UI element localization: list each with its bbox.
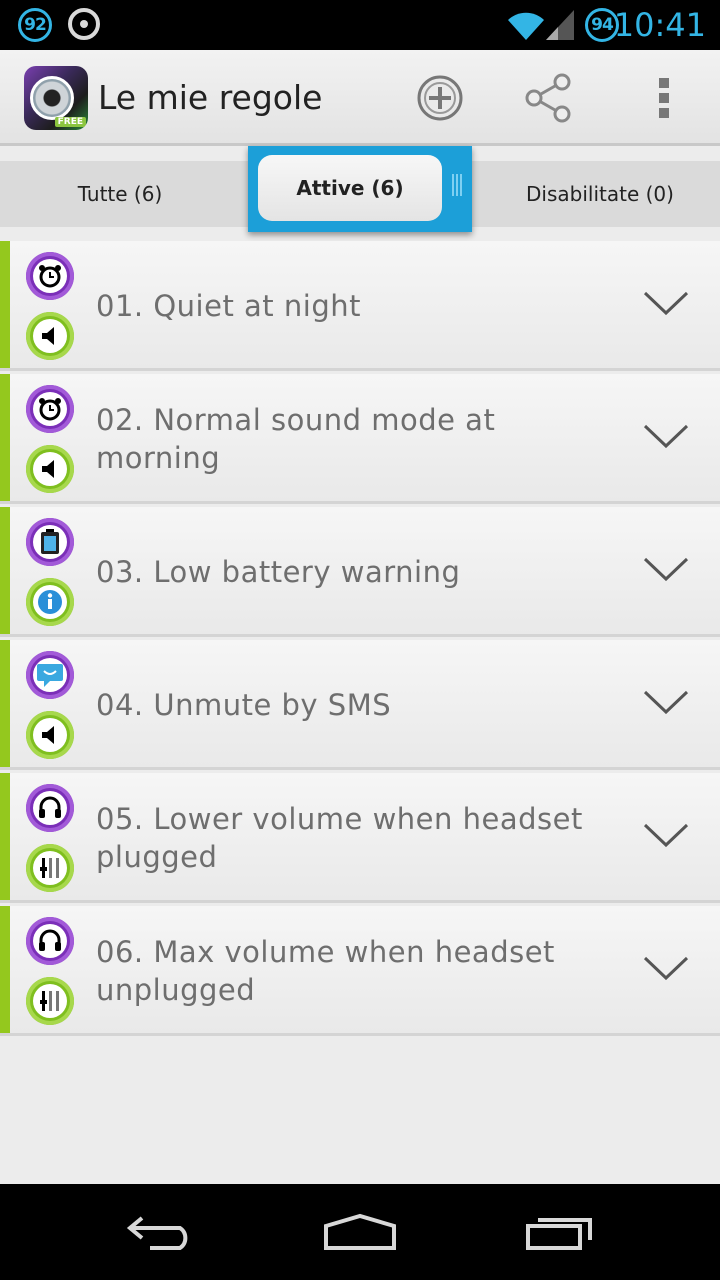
rule-title: 03. Low battery warning	[96, 555, 461, 589]
rule-status-bar	[0, 906, 10, 1033]
tab-grip-icon	[452, 174, 462, 196]
share-icon	[525, 73, 571, 123]
info-icon	[26, 578, 74, 626]
chevron-down-icon[interactable]	[642, 555, 690, 585]
recent-apps-button[interactable]	[520, 1206, 600, 1258]
rule-item[interactable]: 02. Normal sound mode at morning	[0, 374, 720, 504]
share-button[interactable]	[520, 70, 576, 126]
signal-icon	[546, 10, 574, 40]
rule-title: 01. Quiet at night	[96, 289, 361, 323]
rule-status-bar	[0, 374, 10, 501]
wifi-icon	[508, 12, 544, 40]
rule-title: 05. Lower volume when headset plugged	[96, 802, 583, 874]
recent-apps-icon	[526, 1218, 592, 1250]
tab-active[interactable]: Attive (6)	[258, 155, 442, 221]
home-button[interactable]	[320, 1206, 400, 1258]
volume-sliders-icon	[26, 977, 74, 1025]
battery-icon	[26, 518, 74, 566]
rule-item[interactable]: 05. Lower volume when headset plugged	[0, 773, 720, 903]
add-circle-icon	[417, 75, 463, 121]
rule-status-bar	[0, 773, 10, 900]
rule-status-bar	[0, 640, 10, 767]
overflow-menu-button[interactable]	[636, 70, 692, 126]
alarm-clock-icon	[26, 385, 74, 433]
back-button[interactable]	[120, 1206, 200, 1258]
status-bar: 92 94 10:41	[0, 0, 720, 50]
action-bar: FREE Le mie regole	[0, 50, 720, 146]
tab-all[interactable]: Tutte (6)	[0, 161, 240, 227]
tab-disabled[interactable]: Disabilitate (0)	[480, 161, 720, 227]
speaker-icon	[26, 312, 74, 360]
notification-badge-icon: 92	[18, 8, 52, 42]
rule-title: 04. Unmute by SMS	[96, 688, 392, 722]
headset-icon	[26, 784, 74, 832]
speaker-icon	[26, 445, 74, 493]
chevron-down-icon[interactable]	[642, 289, 690, 319]
app-logo-icon[interactable]: FREE	[24, 66, 88, 130]
navigation-bar	[0, 1184, 720, 1280]
chevron-down-icon[interactable]	[642, 422, 690, 452]
alarm-clock-icon	[26, 252, 74, 300]
rule-title: 06. Max volume when headset unplugged	[96, 935, 555, 1007]
rule-item[interactable]: 04. Unmute by SMS	[0, 640, 720, 770]
speaker-icon	[26, 711, 74, 759]
headset-icon	[26, 917, 74, 965]
sms-icon	[26, 651, 74, 699]
chevron-down-icon[interactable]	[642, 688, 690, 718]
chevron-down-icon[interactable]	[642, 954, 690, 984]
rule-item[interactable]: 01. Quiet at night	[0, 241, 720, 371]
rule-title: 02. Normal sound mode at morning	[96, 403, 496, 475]
rule-status-bar	[0, 241, 10, 368]
rule-item[interactable]: 03. Low battery warning	[0, 507, 720, 637]
rule-status-bar	[0, 507, 10, 634]
clock: 10:41	[613, 6, 706, 44]
back-arrow-icon	[126, 1216, 188, 1250]
volume-sliders-icon	[26, 844, 74, 892]
sync-ring-icon	[68, 8, 100, 40]
home-icon	[324, 1213, 396, 1250]
add-rule-button[interactable]	[412, 70, 468, 126]
chevron-down-icon[interactable]	[642, 821, 690, 851]
rule-item[interactable]: 06. Max volume when headset unplugged	[0, 906, 720, 1036]
page-title: Le mie regole	[98, 78, 323, 117]
free-badge: FREE	[54, 117, 86, 127]
more-vertical-icon	[659, 78, 669, 118]
